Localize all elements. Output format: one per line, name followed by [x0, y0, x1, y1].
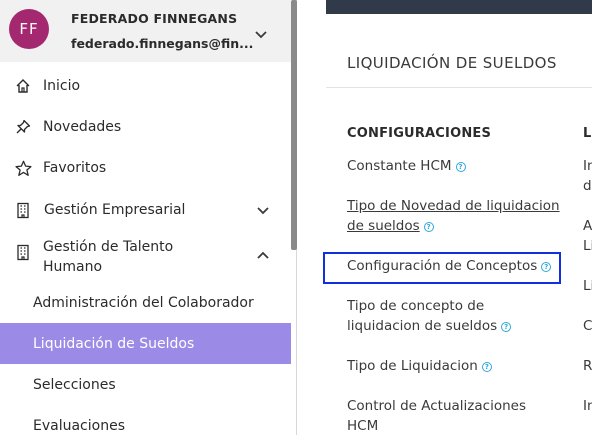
sidebar-item-label: Gestión Empresarial — [44, 202, 186, 218]
chevron-down-icon — [257, 207, 269, 215]
chevron-down-icon[interactable] — [253, 26, 269, 42]
app-root: FF FEDERADO FINNEGANS federado.finnegans… — [0, 0, 592, 435]
help-icon[interactable]: ? — [481, 362, 492, 372]
star-icon — [14, 159, 32, 177]
divider — [326, 87, 592, 88]
sidebar-item-label: Favoritos — [43, 160, 107, 176]
sidebar-subitem-label: Administración del Colaborador — [33, 295, 254, 311]
right-col-item[interactable]: Li — [583, 276, 592, 296]
sidebar-item-label: Novedades — [43, 119, 122, 135]
sidebar-subitem-label: Selecciones — [33, 377, 116, 393]
link-label-line2: liquidacion de sueldos — [347, 318, 498, 334]
user-name: FEDERADO FINNEGANS — [71, 11, 238, 26]
home-icon — [14, 77, 32, 95]
right-col-item[interactable]: In d — [583, 156, 592, 196]
right-col-text-line2: Li — [583, 238, 592, 254]
user-panel[interactable]: FF FEDERADO FINNEGANS federado.finnegans… — [0, 0, 291, 62]
help-icon[interactable]: ? — [455, 162, 466, 172]
link-tipo-concepto[interactable]: Tipo de concepto de liquidacion de sueld… — [347, 296, 562, 336]
sidebar-subitem-evaluaciones[interactable]: Evaluaciones — [0, 406, 291, 435]
sidebar-item-gestion-empresarial[interactable]: Gestión Empresarial — [0, 190, 291, 230]
sidebar-scrollbar[interactable] — [291, 0, 297, 250]
link-label: Tipo de Liquidacion — [347, 358, 478, 374]
section-heading-configuraciones: CONFIGURACIONES — [347, 126, 492, 141]
link-label-line2: HCM — [347, 418, 379, 434]
building-icon — [14, 243, 32, 261]
avatar: FF — [9, 9, 49, 49]
sidebar-subitem-liquidacion[interactable]: Liquidación de Sueldos — [0, 323, 291, 364]
right-col-item[interactable]: R — [583, 356, 592, 376]
sidebar-subitem-label: Evaluaciones — [33, 418, 125, 434]
page-title: LIQUIDACIÓN DE SUELDOS — [347, 54, 557, 72]
link-control-actualizaciones[interactable]: Control de Actualizaciones HCM — [347, 396, 562, 435]
building-icon — [14, 201, 32, 219]
link-label: Tipo de concepto de — [347, 298, 485, 314]
link-constante-hcm[interactable]: Constante HCM? — [347, 156, 562, 176]
sidebar-item-gestion-talento[interactable]: Gestión de Talento Humano — [0, 236, 291, 280]
link-label: Control de Actualizaciones — [347, 398, 526, 414]
sidebar-item-novedades[interactable]: Novedades — [0, 107, 291, 147]
link-label-line2: de sueldos — [347, 218, 420, 234]
right-col-item[interactable]: In — [583, 396, 592, 416]
sidebar-item-label-line2: Humano — [43, 259, 103, 275]
sidebar-subitem-selecciones[interactable]: Selecciones — [0, 365, 291, 405]
link-tipo-novedad[interactable]: Tipo de Novedad de liquidacion de sueldo… — [347, 196, 562, 236]
right-col-item[interactable]: C — [583, 316, 592, 336]
top-bar — [326, 0, 592, 14]
sidebar-subitem-label: Liquidación de Sueldos — [33, 335, 195, 352]
help-icon[interactable]: ? — [423, 222, 434, 232]
pin-icon — [14, 118, 32, 136]
user-email: federado.finnegans@fin... — [71, 36, 254, 51]
sidebar-subitem-administracion[interactable]: Administración del Colaborador — [0, 283, 291, 323]
sidebar-item-label: Inicio — [43, 78, 81, 94]
right-col-text-line2: d — [583, 178, 592, 194]
right-col-item[interactable]: A Li — [583, 216, 592, 256]
right-col-text: In — [583, 158, 592, 174]
link-tipo-liquidacion[interactable]: Tipo de Liquidacion? — [347, 356, 562, 376]
sidebar-item-favoritos[interactable]: Favoritos — [0, 148, 291, 188]
link-label: Tipo de Novedad de liquidacion — [347, 198, 560, 214]
help-icon[interactable]: ? — [501, 322, 512, 332]
right-col-text: A — [583, 218, 592, 234]
sidebar-item-inicio[interactable]: Inicio — [0, 66, 291, 106]
chevron-up-icon — [257, 251, 269, 259]
selection-highlight — [323, 252, 561, 284]
section-heading-second: L — [583, 126, 592, 141]
sidebar: FF FEDERADO FINNEGANS federado.finnegans… — [0, 0, 297, 435]
link-label: Constante HCM — [347, 158, 452, 174]
sidebar-item-label: Gestión de Talento — [43, 239, 174, 255]
